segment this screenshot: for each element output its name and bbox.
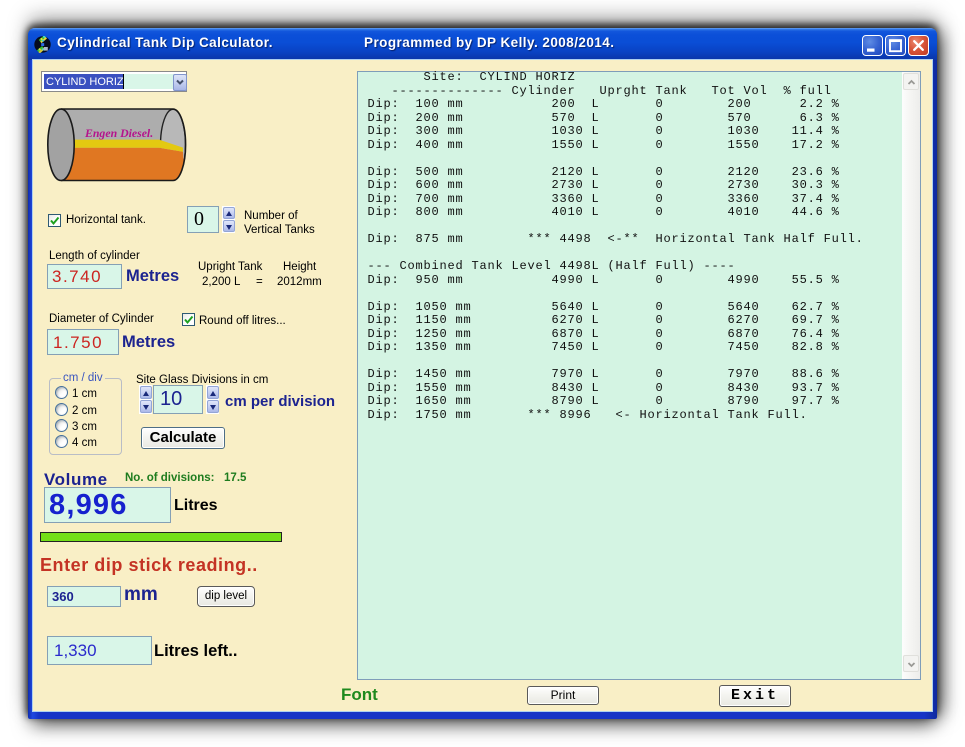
svg-text:Engen Diesel.: Engen Diesel.	[84, 126, 153, 140]
